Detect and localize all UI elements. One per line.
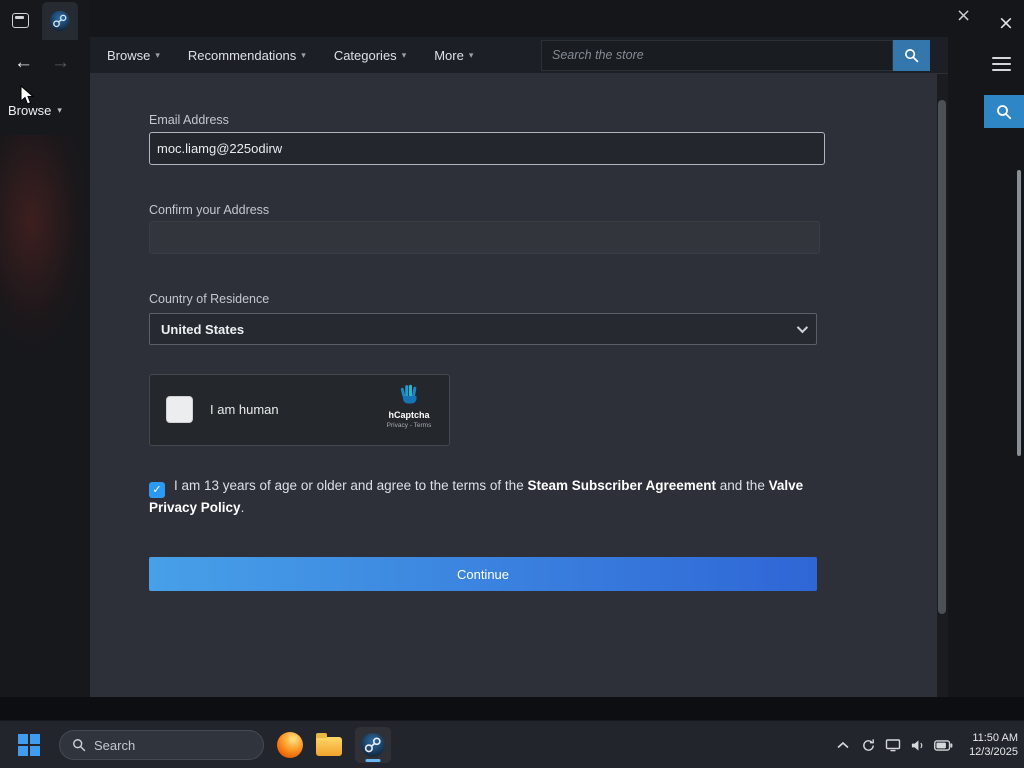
start-button[interactable]	[12, 727, 46, 763]
taskbar: 11:50 AM 12/3/2025	[0, 720, 1024, 768]
hcaptcha-privacy-terms[interactable]: Privacy - Terms	[377, 422, 441, 429]
taskbar-search[interactable]	[59, 730, 264, 760]
mouse-cursor	[20, 85, 35, 105]
country-select[interactable]: United States	[149, 313, 817, 345]
display-icon[interactable]	[885, 737, 901, 753]
windows-logo-icon	[18, 734, 40, 756]
email-label: Email Address	[149, 113, 229, 127]
age-agreement-checkbox[interactable]: ✓	[149, 482, 165, 498]
chevron-down-icon: ▾	[301, 49, 306, 60]
right-strip: × ×	[948, 0, 1024, 697]
nav-categories[interactable]: Categories ▾	[334, 48, 406, 63]
sync-icon[interactable]	[861, 738, 876, 753]
window-scrollbar[interactable]	[1017, 170, 1021, 456]
chevron-down-icon: ▾	[401, 49, 407, 60]
menu-icon[interactable]	[992, 57, 1011, 71]
nav-categories-label: Categories	[333, 47, 397, 63]
nav-browse[interactable]: Browse ▾	[107, 48, 160, 63]
steam-logo-icon	[361, 733, 385, 757]
age-agreement: ✓ I am 13 years of age or older and agree…	[149, 476, 811, 518]
system-tray	[861, 737, 953, 753]
active-app-indicator	[365, 759, 381, 762]
country-select-value: United States	[161, 321, 245, 337]
modal-close-button[interactable]: ×	[950, 2, 977, 29]
confirm-email-input[interactable]	[149, 221, 820, 254]
store-search-button[interactable]	[893, 39, 930, 71]
hcaptcha-logo[interactable]: hCaptcha Privacy - Terms	[377, 381, 441, 429]
hcaptcha-checkbox[interactable]	[166, 396, 193, 423]
dialog-scrollbar-thumb[interactable]	[938, 100, 946, 614]
back-button[interactable]: ←	[14, 52, 33, 74]
steam-logo-icon	[49, 10, 71, 32]
steam-tab[interactable]	[42, 2, 78, 40]
dialog-scrollbar[interactable]	[937, 74, 948, 697]
steam-taskbar-button[interactable]	[355, 727, 391, 763]
steam-client-left-strip: ← → Browse ▾	[0, 0, 90, 697]
volume-icon[interactable]	[910, 738, 925, 753]
taskbar-clock[interactable]: 11:50 AM 12/3/2025	[969, 731, 1018, 759]
chevron-down-icon: ▾	[155, 49, 160, 60]
chevron-down-icon	[796, 321, 809, 334]
store-nav: Browse ▾ Recommendations ▾ Categories ▾ …	[90, 37, 948, 73]
tray-chevron-up-icon[interactable]	[837, 741, 849, 750]
join-steam-dialog: Browse ▾ Recommendations ▾ Categories ▾ …	[90, 0, 948, 697]
forward-button[interactable]: →	[51, 52, 70, 74]
taskbar-search-input[interactable]	[94, 737, 244, 753]
client-search-button[interactable]	[984, 95, 1024, 128]
chevron-down-icon: ▾	[468, 49, 474, 60]
file-explorer-icon[interactable]	[316, 733, 342, 756]
battery-icon[interactable]	[934, 739, 953, 751]
nav-recommendations-label: Recommendations	[187, 47, 297, 63]
confirm-email-label: Confirm your Address	[149, 203, 270, 217]
clock-date: 12/3/2025	[969, 746, 1018, 758]
clock-time: 11:50 AM	[972, 732, 1018, 744]
window-close-button[interactable]: ×	[992, 9, 1020, 37]
firefox-icon[interactable]	[277, 732, 303, 758]
nav-more-label: More	[434, 47, 464, 63]
screen: ← → Browse ▾ × × Browse ▾ Recommendation…	[0, 0, 1024, 768]
window-preview-icon[interactable]	[12, 13, 29, 28]
store-search-input[interactable]	[541, 39, 893, 71]
hcaptcha-label: I am human	[210, 402, 279, 417]
email-input[interactable]	[149, 132, 825, 165]
nav-browse-label: Browse	[107, 47, 151, 63]
bottom-gap	[0, 697, 1024, 720]
dialog-titlebar	[90, 0, 948, 37]
continue-button[interactable]: Continue	[149, 557, 817, 591]
hcaptcha-widget: I am human hCaptcha Privacy - Terms	[149, 374, 450, 446]
chevron-down-icon: ▾	[57, 105, 62, 115]
hcaptcha-hand-icon	[400, 384, 417, 404]
nav-more[interactable]: More ▾	[434, 48, 473, 63]
search-icon	[905, 48, 919, 62]
background-artwork	[0, 135, 90, 350]
country-label: Country of Residence	[149, 292, 270, 306]
subscriber-agreement-link[interactable]: Steam Subscriber Agreement	[527, 478, 716, 493]
search-icon	[997, 104, 1012, 119]
agreement-text: I am 13 years of age or older and agree …	[174, 478, 528, 493]
agreement-text: and the	[716, 478, 769, 493]
search-icon	[73, 739, 86, 752]
nav-recommendations[interactable]: Recommendations ▾	[188, 48, 306, 63]
hcaptcha-brand: hCaptcha	[388, 410, 430, 420]
agreement-text: .	[240, 500, 245, 515]
